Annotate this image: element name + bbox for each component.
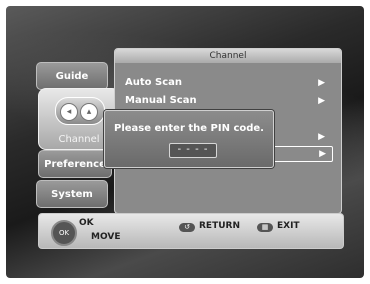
exit-button-icon: ▦ [257, 223, 273, 232]
arrow-right-icon: ▶ [318, 132, 325, 142]
tab-guide[interactable]: Guide [36, 62, 108, 90]
tab-guide-label: Guide [55, 70, 89, 82]
ok-hint: OK [79, 218, 94, 228]
arrow-right-icon: ▶ [318, 96, 325, 106]
pin-dialog: Please enter the PIN code. - - - - [104, 110, 274, 168]
exit-hint: EXIT [277, 221, 300, 231]
tab-preference[interactable]: Preference [38, 150, 112, 178]
dpad-icon: OK [51, 220, 77, 246]
menu-item-label: Manual Scan [125, 95, 197, 106]
return-hint: RETURN [199, 221, 240, 231]
tv-screen: Guide ◂ ▴ Channel Preference System Chan… [6, 6, 364, 278]
panel-title: Channel [115, 49, 341, 63]
help-bar: OK OK MOVE ↺ RETURN ▦ EXIT [38, 213, 344, 249]
menu-item-label: Auto Scan [125, 77, 182, 88]
menu-item-manual-scan[interactable]: Manual Scan ▶ [125, 93, 331, 109]
tab-system[interactable]: System [36, 180, 108, 208]
channel-icon-dot-right: ▴ [80, 103, 98, 121]
arrow-right-icon: ▶ [318, 78, 325, 88]
tab-system-label: System [51, 188, 93, 200]
channel-icon: ◂ ▴ [55, 97, 105, 125]
pin-input[interactable]: - - - - [169, 143, 217, 158]
pin-prompt: Please enter the PIN code. [114, 123, 264, 134]
channel-icon-dot-left: ◂ [60, 103, 78, 121]
move-hint: MOVE [91, 232, 121, 242]
menu-item-auto-scan[interactable]: Auto Scan ▶ [125, 75, 331, 91]
tab-preference-label: Preference [44, 158, 106, 170]
return-button-icon: ↺ [179, 223, 195, 232]
arrow-right-icon: ▶ [319, 149, 326, 159]
